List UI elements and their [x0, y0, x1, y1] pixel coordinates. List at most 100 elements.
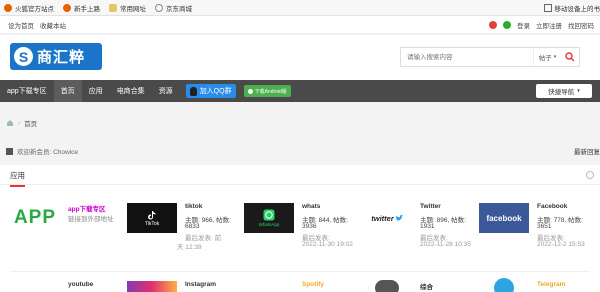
forum-last-post[interactable]: 2022-11-30 19:02 — [302, 241, 353, 248]
telegram-icon — [494, 278, 514, 292]
site-logo[interactable]: S 商汇粹 — [10, 43, 102, 70]
forum-item-spotify[interactable]: Spotify — [244, 281, 359, 292]
join-qq-label: 加入QQ群 — [199, 88, 232, 95]
forum-stats-posts: 3651 — [537, 223, 552, 230]
latest-replies-link[interactable]: 最新回复 — [574, 146, 600, 156]
logo-mark: S — [14, 47, 33, 66]
main-nav: app下载专区 首页 应用 电商合集 资源 加入QQ群 下载Android版 快… — [0, 80, 600, 102]
forum-stats-posts: 1931 — [420, 223, 435, 230]
forum-last-post[interactable]: 天 12:39 — [177, 241, 202, 251]
folder-icon — [109, 3, 117, 12]
facebook-thumb: facebook — [479, 203, 529, 233]
forum-name[interactable]: Telegram — [537, 281, 565, 288]
forum-item-tiktok[interactable]: TikTok tiktok 主题: 966, 帖数: 6833 最后发表: 前 … — [127, 203, 242, 253]
twitter-thumb-text: twitter — [371, 213, 394, 223]
forgot-password-link[interactable]: 找回密码 — [568, 20, 594, 30]
nav-resources[interactable]: 资源 — [152, 80, 180, 102]
telegram-thumb — [479, 278, 529, 292]
forum-name[interactable]: youtube — [68, 281, 93, 288]
search-box: 帖子▾ — [400, 47, 580, 67]
search-input[interactable] — [401, 48, 533, 66]
whatsapp-icon — [263, 209, 275, 221]
register-link[interactable]: 立即注册 — [536, 20, 562, 30]
forum-name[interactable]: Spotify — [302, 281, 324, 288]
twitter-thumb: twitter — [362, 203, 412, 233]
qq-login-icon[interactable] — [489, 21, 497, 29]
bookmarks-bar: 火狐官方站点 新手上路 常用网址 京东商城 移动设备上的书 — [0, 0, 600, 16]
instagram-thumb — [127, 281, 177, 292]
site-header: S 商汇粹 帖子▾ — [0, 35, 600, 80]
folder-icon — [543, 4, 552, 12]
forum-item-general[interactable]: 综合 — [362, 280, 477, 292]
twitter-bird-icon — [394, 214, 403, 221]
nav-apps[interactable]: 应用 — [82, 80, 110, 102]
forum-item-twitter[interactable]: twitter Twitter 主题: 896, 帖数: 1931 最后发表: … — [362, 203, 477, 253]
forum-name[interactable]: Twitter — [420, 203, 441, 210]
search-type-select[interactable]: 帖子 ▾ — [533, 48, 561, 66]
whatsapp-thumb: WhatsApp — [244, 203, 294, 233]
forum-item-facebook[interactable]: facebook Facebook 主题: 778, 帖数: 3651 最后发表… — [479, 203, 597, 253]
breadcrumb-home[interactable]: 首页 — [24, 118, 37, 128]
forum-name[interactable]: tiktok — [185, 203, 202, 210]
forum-item-instagram[interactable]: Instagram — [127, 281, 242, 292]
youtube-thumb — [10, 281, 60, 292]
home-icon[interactable] — [6, 119, 14, 127]
forum-last-post[interactable]: 2022-12-2 15:53 — [537, 241, 585, 248]
bookmark-newbie[interactable]: 新手上路 — [63, 3, 100, 13]
forum-item-telegram[interactable]: Telegram — [479, 278, 597, 292]
search-button[interactable] — [561, 48, 579, 66]
set-homepage-link[interactable]: 设为首页 — [8, 20, 34, 30]
general-icon — [375, 280, 399, 292]
forum-item-app-download[interactable]: APP app下载专区 链接到外部地址 — [10, 203, 120, 239]
android-download-label: 下载Android版 — [254, 88, 287, 95]
tiktok-icon — [148, 210, 156, 220]
welcome-notice: 欢迎新会员: Chowice 最新回复 — [6, 146, 600, 156]
forum-desc: 链接到外部地址 — [68, 216, 114, 223]
bookmark-site-link[interactable]: 收藏本站 — [40, 20, 66, 30]
forum-stats-posts: 3936 — [302, 223, 317, 230]
wechat-login-icon[interactable] — [503, 21, 511, 29]
android-icon — [247, 88, 253, 94]
forum-name[interactable]: app下载专区 — [68, 203, 106, 213]
search-type-label: 帖子 — [538, 55, 552, 62]
qq-penguin-icon — [189, 86, 197, 96]
android-download-button[interactable]: 下载Android版 — [243, 85, 291, 97]
bookmark-label: 常用网址 — [120, 5, 146, 13]
tiktok-thumb: TikTok — [127, 203, 177, 233]
forum-name[interactable]: Instagram — [185, 281, 216, 288]
quick-nav-button[interactable]: 快捷导航 ▾ — [536, 84, 592, 98]
forum-last-post[interactable]: 2022-11-28 10:35 — [420, 241, 471, 248]
login-link[interactable]: 登录 — [517, 20, 530, 30]
mobile-bookmarks[interactable]: 移动设备上的书 — [543, 0, 600, 16]
forum-row-divider — [10, 271, 590, 272]
facebook-thumb-text: facebook — [486, 213, 522, 223]
forum-name[interactable]: whats — [302, 203, 320, 210]
nav-app-download[interactable]: app下载专区 — [0, 80, 54, 102]
collapse-icon[interactable] — [586, 171, 594, 179]
welcome-text: 欢迎新会员: Chowice — [17, 149, 79, 156]
forum-name[interactable]: 综合 — [420, 281, 433, 291]
logo-text: 商汇粹 — [37, 49, 86, 66]
nav-home[interactable]: 首页 — [53, 80, 82, 102]
forum-item-youtube[interactable]: youtube — [10, 281, 120, 292]
forum-item-whatsapp[interactable]: WhatsApp whats 主题: 844, 帖数: 3936 最后发表: 2… — [244, 203, 359, 253]
join-qq-group-button[interactable]: 加入QQ群 — [185, 84, 236, 98]
bookmark-firefox[interactable]: 火狐官方站点 — [4, 3, 54, 13]
tiktok-thumb-text: TikTok — [144, 220, 160, 227]
bookmark-common[interactable]: 常用网址 — [109, 3, 146, 13]
notice-icon — [6, 147, 13, 155]
firefox-icon — [63, 3, 71, 12]
bookmark-label: 京东商城 — [166, 5, 192, 13]
nav-ecommerce[interactable]: 电商合集 — [110, 80, 152, 102]
forum-name[interactable]: Facebook — [537, 203, 567, 210]
mobile-bookmarks-label: 移动设备上的书 — [554, 6, 600, 13]
bookmark-jd[interactable]: 京东商城 — [155, 3, 192, 13]
forum-stats-posts: 6833 — [185, 223, 200, 230]
general-thumb — [362, 280, 412, 292]
chevron-down-icon: ▾ — [553, 54, 557, 60]
bookmark-label: 新手上路 — [74, 5, 100, 13]
app-thumb: APP — [10, 203, 60, 233]
chevron-down-icon: ▾ — [577, 88, 580, 94]
app-thumb-text: APP — [13, 207, 57, 228]
firefox-icon — [4, 3, 12, 12]
